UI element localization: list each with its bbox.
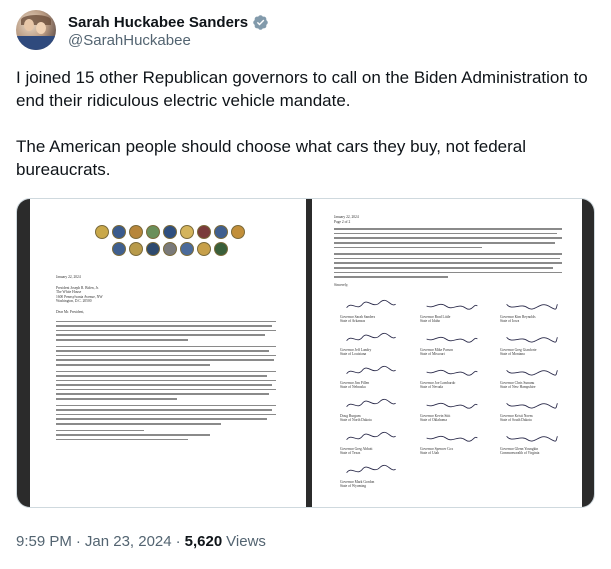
name-row: Sarah Huckabee Sanders	[68, 12, 269, 32]
signature-scribble	[426, 303, 478, 310]
signatory-name: Governor Chris Sununu State of New Hampsh…	[500, 381, 535, 390]
avatar[interactable]	[16, 10, 56, 50]
signature-scribble	[346, 365, 396, 375]
separator: ·	[75, 533, 81, 550]
post-time[interactable]: 9:59 PM	[16, 533, 72, 550]
signature-scribble	[506, 303, 558, 310]
signature-scribble	[346, 299, 396, 309]
signatory-state: State of South Dakota	[500, 418, 532, 423]
signature-block: Governor Sarah Sanders State of Arkansas	[340, 295, 410, 328]
signature-scribble	[506, 402, 558, 409]
signature-block: Governor Spencer Cox State of Utah	[420, 427, 490, 460]
signature-block: Governor Mark Gordon State of Wyoming	[340, 460, 410, 493]
signatory-name: Governor Greg Abbott State of Texas	[340, 447, 373, 456]
address-line: Washington, D.C. 20500	[56, 299, 92, 304]
signatory-name: Governor Glenn Youngkin Commonwealth of V…	[500, 447, 539, 456]
signature-grid: Governor Sarah Sanders State of Arkansas G…	[340, 295, 570, 493]
signatory-state: State of Nevada	[420, 385, 443, 390]
signature-block: Governor Kim Reynolds State of Iowa	[500, 295, 570, 328]
signature-block: Governor Chris Sununu State of New Hampsh…	[500, 361, 570, 394]
signatory-state: State of Arkansas	[340, 319, 366, 324]
tweet-text: I joined 15 other Republican governors t…	[16, 66, 596, 181]
signature-row: Governor Jim Pillen State of Nebraska Gove…	[340, 361, 570, 394]
signature-block: Governor Mike Parson State of Missouri	[420, 328, 490, 361]
signatory-name: Governor Jim Pillen State of Nebraska	[340, 381, 369, 390]
signatory-name: Doug Burgum State of North Dakota	[340, 414, 372, 423]
signatory-state: State of Idaho	[420, 319, 441, 324]
signatory-name: Governor Sarah Sanders State of Arkansas	[340, 315, 375, 324]
separator: ·	[175, 533, 181, 550]
verified-badge-icon	[253, 14, 268, 30]
signatory-name: Governor Kim Reynolds State of Iowa	[500, 315, 536, 324]
signatory-state: State of Texas	[340, 451, 361, 456]
signatory-state: State of Oklahoma	[420, 418, 447, 423]
signature-row: Governor Mark Gordon State of Wyoming	[340, 460, 570, 493]
signature-block: Governor Kristi Noem State of South Dakot…	[500, 394, 570, 427]
signature-row: Doug Burgum State of North Dakota Governor…	[340, 394, 570, 427]
signatory-state: State of New Hampshire	[500, 385, 536, 390]
signatory-state: State of Montana	[500, 352, 525, 357]
closing: Sincerely,	[334, 282, 349, 287]
tweet-header: Sarah Huckabee Sanders @SarahHuckabee	[16, 10, 596, 54]
signatory-name: Governor Kristi Noem State of South Dakot…	[500, 414, 533, 423]
signatory-name: Governor Joe Lombardo State of Nevada	[420, 381, 455, 390]
letter-page-1[interactable]: January 22, 2024 President Joseph R. Bid…	[30, 199, 306, 507]
signatory-name: Governor Jeff Landry State of Louisiana	[340, 348, 371, 357]
views-count: 5,620	[184, 533, 223, 550]
signature-scribble	[506, 369, 558, 376]
signature-block: Governor Greg Abbott State of Texas	[340, 427, 410, 460]
signature-scribble	[346, 332, 396, 342]
signatory-name: Governor Greg Gianforte State of Montana	[500, 348, 537, 357]
letter-page-2[interactable]: January 22, 2024 Page 2 of 2 Sincerely, …	[312, 199, 582, 507]
post-date[interactable]: Jan 23, 2024	[85, 533, 172, 550]
signature-block: Governor Jeff Landry State of Louisiana	[340, 328, 410, 361]
salutation: Dear Mr. President,	[56, 309, 85, 314]
tweet-paragraph: I joined 15 other Republican governors t…	[16, 68, 588, 110]
signature-scribble	[426, 336, 478, 343]
signatory-state: State of Wyoming	[340, 484, 367, 489]
signature-scribble	[506, 336, 558, 343]
signatory-state: State of North Dakota	[340, 418, 372, 423]
signature-scribble	[426, 369, 478, 376]
handle[interactable]: @SarahHuckabee	[68, 32, 191, 49]
views-label: Views	[226, 533, 266, 550]
signatory-name: Governor Brad Little State of Idaho	[420, 315, 450, 324]
signature-scribble	[346, 464, 396, 474]
signatory-state: Commonwealth of Virginia	[500, 451, 540, 456]
signature-block: Governor Joe Lombardo State of Nevada	[420, 361, 490, 394]
signature-block: Doug Burgum State of North Dakota	[340, 394, 410, 427]
signature-row: Governor Jeff Landry State of Louisiana Go…	[340, 328, 570, 361]
signatory-name: Governor Mike Parson State of Missouri	[420, 348, 453, 357]
tweet-meta: 9:59 PM · Jan 23, 2024 · 5,620 Views	[16, 533, 266, 550]
signature-block: Governor Greg Gianforte State of Montana	[500, 328, 570, 361]
page-header: Page 2 of 2	[334, 219, 351, 224]
signature-scribble	[346, 431, 396, 441]
signatory-state: State of Iowa	[500, 319, 520, 324]
signature-row: Governor Greg Abbott State of Texas Govern…	[340, 427, 570, 460]
signatory-state: State of Louisiana	[340, 352, 367, 357]
letter-date: January 22, 2024	[56, 275, 81, 279]
tweet-media[interactable]: January 22, 2024 President Joseph R. Bid…	[16, 198, 595, 508]
signature-scribble	[506, 435, 558, 442]
signatory-state: State of Missouri	[420, 352, 445, 357]
signature-row: Governor Sarah Sanders State of Arkansas G…	[340, 295, 570, 328]
state-seals	[70, 225, 270, 259]
signature-block: Governor Kevin Stitt State of Oklahoma	[420, 394, 490, 427]
signatory-name: Governor Spencer Cox State of Utah	[420, 447, 453, 456]
signature-block: Governor Brad Little State of Idaho	[420, 295, 490, 328]
tweet-paragraph: The American people should choose what c…	[16, 137, 526, 179]
signature-scribble	[426, 402, 478, 409]
signature-block: Governor Jim Pillen State of Nebraska	[340, 361, 410, 394]
signature-block: Governor Glenn Youngkin Commonwealth of V…	[500, 427, 570, 460]
signature-scribble	[426, 435, 478, 442]
signatory-state: State of Nebraska	[340, 385, 366, 390]
signatory-name: Governor Mark Gordon State of Wyoming	[340, 480, 374, 489]
signature-scribble	[346, 398, 396, 408]
signatory-name: Governor Kevin Stitt State of Oklahoma	[420, 414, 450, 423]
signatory-state: State of Utah	[420, 451, 439, 456]
display-name[interactable]: Sarah Huckabee Sanders	[68, 14, 248, 31]
